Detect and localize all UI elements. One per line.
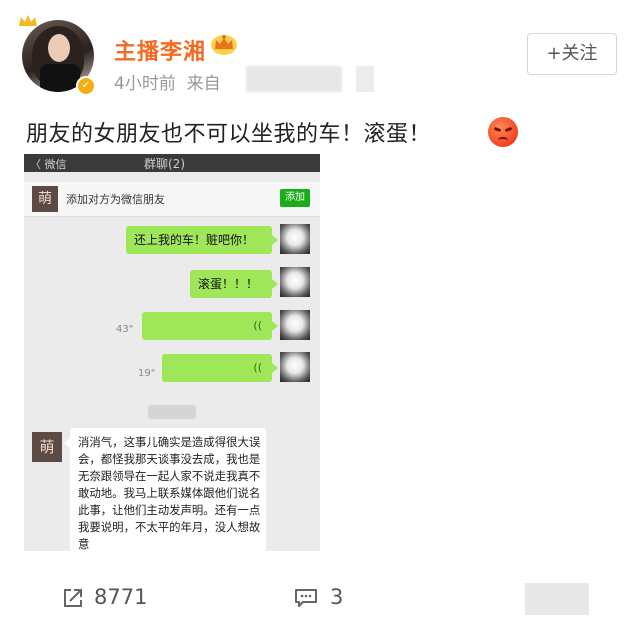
chat-bubble: 滚蛋！！！	[190, 270, 278, 298]
source-redacted-2	[356, 66, 374, 92]
post-source: 来自	[186, 74, 221, 94]
share-count[interactable]: 8771	[94, 585, 147, 609]
contact-avatar: 萌	[32, 432, 62, 462]
contact-avatar: 萌	[32, 186, 58, 212]
username[interactable]: 主播李湘	[114, 34, 206, 66]
crown-badge-icon[interactable]	[210, 32, 238, 56]
share-icon[interactable]	[62, 587, 84, 609]
timestamp-pill	[148, 405, 196, 419]
chat-bubble-text: 消消气，这事儿确实是造成得很大误会，都怪我那天谈事没去成，我也是无奈跟领导在一起…	[78, 435, 261, 551]
avatar-crown-icon	[19, 15, 37, 26]
verified-badge-icon: ✓	[76, 76, 96, 96]
voice-wave-icon: ((	[253, 319, 262, 332]
sender-avatar	[280, 267, 310, 297]
voice-bubble: ((	[142, 312, 278, 340]
voice-duration: 43"	[116, 324, 134, 335]
voice-wave-icon: ((	[253, 361, 262, 374]
chat-bubble: 还上我的车！赃吧你！	[126, 226, 278, 254]
like-redacted	[525, 583, 589, 615]
comment-count[interactable]: 3	[330, 585, 343, 609]
chat-back-label: 〈 微信	[30, 158, 67, 171]
chat-screenshot-image[interactable]: 〈 微信 群聊(2) 萌 添加对方为微信朋友 添加 还上我的车！赃吧你！ 滚蛋！…	[24, 154, 320, 551]
sender-avatar	[280, 224, 310, 254]
post-meta: 4小时前 来自	[114, 69, 221, 94]
sender-avatar	[280, 352, 310, 382]
chat-bubble-left: 消消气，这事儿确实是造成得很大误会，都怪我那天谈事没去成，我也是无奈跟领导在一起…	[64, 428, 266, 551]
chat-title: 群聊(2)	[144, 157, 185, 171]
follow-button[interactable]: +关注	[527, 33, 617, 75]
voice-duration: 19"	[138, 368, 156, 379]
angry-face-icon	[488, 117, 518, 147]
comment-icon[interactable]	[294, 588, 318, 608]
voice-bubble: ((	[162, 354, 278, 382]
post-time: 4小时前	[114, 74, 176, 94]
source-redacted	[246, 66, 342, 92]
sender-avatar	[280, 310, 310, 340]
post-text: 朋友的女朋友也不可以坐我的车！滚蛋！	[26, 122, 432, 147]
add-friend-text: 添加对方为微信朋友	[66, 193, 165, 206]
add-friend-button: 添加	[280, 189, 310, 207]
